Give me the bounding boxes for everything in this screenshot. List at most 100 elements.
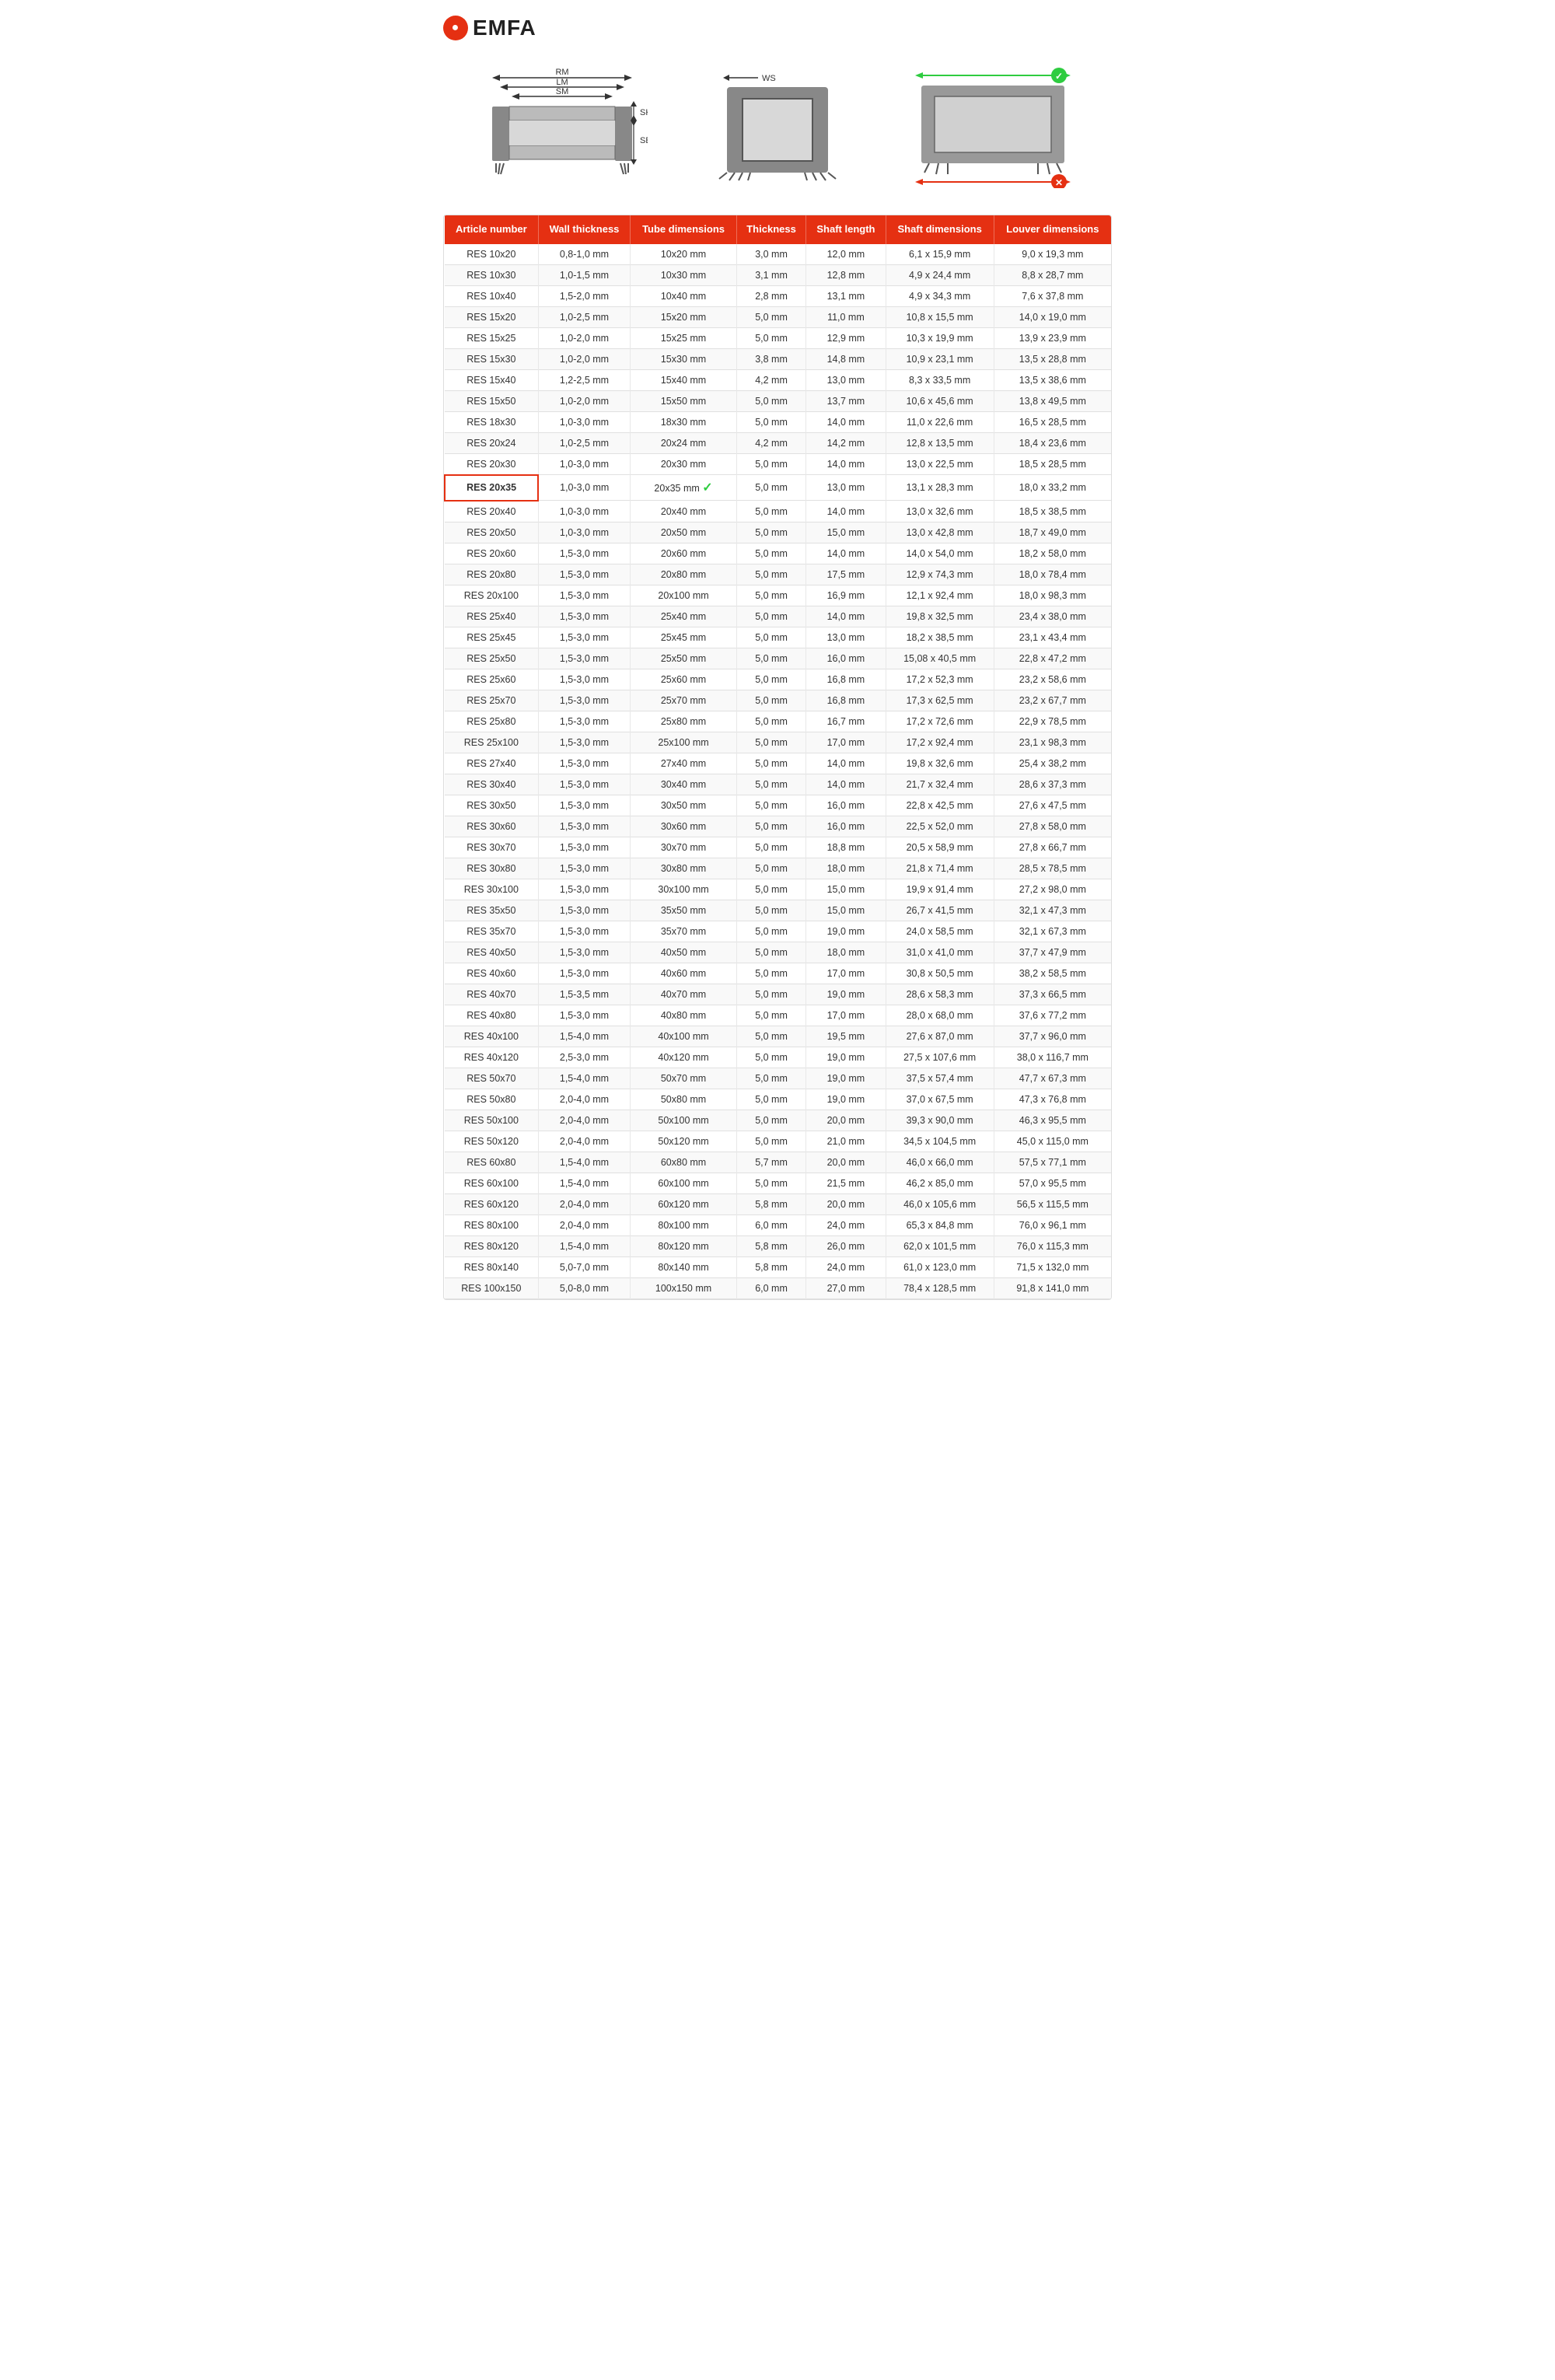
table-cell: 14,0 x 19,0 mm: [994, 306, 1111, 327]
table-cell: 5,0 mm: [736, 627, 805, 648]
col-article-number: Article number: [445, 215, 538, 244]
table-row: RES 40x601,5-3,0 mm40x60 mm5,0 mm17,0 mm…: [445, 963, 1111, 984]
table-cell: 5,0 mm: [736, 522, 805, 543]
table-cell: 24,0 mm: [806, 1256, 886, 1277]
table-cell: 5,0 mm: [736, 984, 805, 1005]
table-cell: 17,0 mm: [806, 1005, 886, 1026]
table-cell: 39,3 x 90,0 mm: [886, 1110, 994, 1131]
table-cell: 2,0-4,0 mm: [538, 1131, 631, 1152]
table-cell: 18,2 x 38,5 mm: [886, 627, 994, 648]
table-cell: 37,7 x 47,9 mm: [994, 942, 1111, 963]
table-cell: 50x120 mm: [631, 1131, 737, 1152]
table-cell: RES 40x50: [445, 942, 538, 963]
table-cell: 7,6 x 37,8 mm: [994, 285, 1111, 306]
table-row: RES 50x1202,0-4,0 mm50x120 mm5,0 mm21,0 …: [445, 1131, 1111, 1152]
table-row: RES 30x501,5-3,0 mm30x50 mm5,0 mm16,0 mm…: [445, 795, 1111, 816]
table-cell: 18x30 mm: [631, 411, 737, 432]
table-cell: RES 20x24: [445, 432, 538, 453]
table-cell: 18,0 mm: [806, 858, 886, 879]
table-cell: 1,5-3,0 mm: [538, 774, 631, 795]
table-cell: 80x140 mm: [631, 1256, 737, 1277]
table-cell: 1,5-3,0 mm: [538, 753, 631, 774]
table-row: RES 30x1001,5-3,0 mm30x100 mm5,0 mm15,0 …: [445, 879, 1111, 900]
diagram-side-view: RM LM SM: [477, 64, 648, 188]
table-cell: 61,0 x 123,0 mm: [886, 1256, 994, 1277]
table-cell: 12,0 mm: [806, 244, 886, 265]
table-cell: 32,1 x 67,3 mm: [994, 921, 1111, 942]
table-cell: 1,5-3,0 mm: [538, 732, 631, 753]
table-cell: 5,8 mm: [736, 1235, 805, 1256]
table-cell: 19,0 mm: [806, 984, 886, 1005]
table-cell: 4,2 mm: [736, 432, 805, 453]
logo: ● EMFA: [443, 16, 536, 40]
table-cell: 57,5 x 77,1 mm: [994, 1152, 1111, 1173]
table-row: RES 20x801,5-3,0 mm20x80 mm5,0 mm17,5 mm…: [445, 564, 1111, 585]
table-row: RES 25x1001,5-3,0 mm25x100 mm5,0 mm17,0 …: [445, 732, 1111, 753]
table-row: RES 15x251,0-2,0 mm15x25 mm5,0 mm12,9 mm…: [445, 327, 1111, 348]
table-cell: 21,0 mm: [806, 1131, 886, 1152]
table-cell: 35x70 mm: [631, 921, 737, 942]
table-cell: 37,7 x 96,0 mm: [994, 1026, 1111, 1047]
table-cell: 1,5-3,0 mm: [538, 648, 631, 669]
table-cell: 5,0-8,0 mm: [538, 1277, 631, 1298]
table-cell: 37,5 x 57,4 mm: [886, 1068, 994, 1089]
table-cell: 1,5-3,0 mm: [538, 816, 631, 837]
table-cell: 20x24 mm: [631, 432, 737, 453]
table-cell: 20,0 mm: [806, 1152, 886, 1173]
table-cell: 5,0 mm: [736, 900, 805, 921]
table-cell: RES 40x70: [445, 984, 538, 1005]
table-cell: 5,0 mm: [736, 1110, 805, 1131]
table-cell: 4,2 mm: [736, 369, 805, 390]
table-cell: 1,0-2,0 mm: [538, 390, 631, 411]
se-label: SE: [640, 136, 648, 145]
ws-label: WS: [762, 74, 776, 83]
brand-name: EMFA: [473, 16, 536, 40]
table-cell: RES 35x50: [445, 900, 538, 921]
check-icon: ✓: [702, 481, 712, 495]
table-cell: RES 40x80: [445, 1005, 538, 1026]
table-cell: 17,0 mm: [806, 963, 886, 984]
table-cell: 15x30 mm: [631, 348, 737, 369]
table-cell: 47,7 x 67,3 mm: [994, 1068, 1111, 1089]
table-cell: 5,0 mm: [736, 879, 805, 900]
table-cell: 19,0 mm: [806, 1089, 886, 1110]
table-cell: 19,0 mm: [806, 1047, 886, 1068]
table-cell: 5,0 mm: [736, 475, 805, 501]
table-cell: 25x50 mm: [631, 648, 737, 669]
table-cell: 50x80 mm: [631, 1089, 737, 1110]
table-cell: 3,8 mm: [736, 348, 805, 369]
table-cell: 13,1 x 28,3 mm: [886, 475, 994, 501]
table-cell: 5,0 mm: [736, 711, 805, 732]
table-cell: 13,0 mm: [806, 627, 886, 648]
table-row: RES 80x1405,0-7,0 mm80x140 mm5,8 mm24,0 …: [445, 1256, 1111, 1277]
table-cell: 14,0 mm: [806, 411, 886, 432]
table-cell: 11,0 mm: [806, 306, 886, 327]
table-row: RES 27x401,5-3,0 mm27x40 mm5,0 mm14,0 mm…: [445, 753, 1111, 774]
table-cell: 60x100 mm: [631, 1173, 737, 1193]
table-cell: 27x40 mm: [631, 753, 737, 774]
table-cell: 5,0 mm: [736, 1131, 805, 1152]
table-cell: 27,6 x 87,0 mm: [886, 1026, 994, 1047]
table-cell: RES 50x120: [445, 1131, 538, 1152]
table-cell: 2,0-4,0 mm: [538, 1214, 631, 1235]
col-shaft-dimensions: Shaft dimensions: [886, 215, 994, 244]
table-row: RES 25x501,5-3,0 mm25x50 mm5,0 mm16,0 mm…: [445, 648, 1111, 669]
table-row: RES 50x1002,0-4,0 mm50x100 mm5,0 mm20,0 …: [445, 1110, 1111, 1131]
table-cell: 5,0 mm: [736, 1005, 805, 1026]
table-cell: RES 60x100: [445, 1173, 538, 1193]
table-cell: 14,0 mm: [806, 453, 886, 475]
sk-label: SK: [640, 108, 648, 117]
table-cell: 14,8 mm: [806, 348, 886, 369]
table-row: RES 15x301,0-2,0 mm15x30 mm3,8 mm14,8 mm…: [445, 348, 1111, 369]
table-cell: 12,1 x 92,4 mm: [886, 585, 994, 606]
table-cell: 12,9 x 74,3 mm: [886, 564, 994, 585]
table-cell: RES 20x60: [445, 543, 538, 564]
table-cell: 16,0 mm: [806, 795, 886, 816]
table-cell: 25x60 mm: [631, 669, 737, 690]
table-row: RES 15x201,0-2,5 mm15x20 mm5,0 mm11,0 mm…: [445, 306, 1111, 327]
table-cell: 1,5-3,0 mm: [538, 963, 631, 984]
table-cell: 100x150 mm: [631, 1277, 737, 1298]
table-cell: 27,5 x 107,6 mm: [886, 1047, 994, 1068]
diagrams-section: RM LM SM: [443, 56, 1112, 196]
table-cell: 10x30 mm: [631, 264, 737, 285]
